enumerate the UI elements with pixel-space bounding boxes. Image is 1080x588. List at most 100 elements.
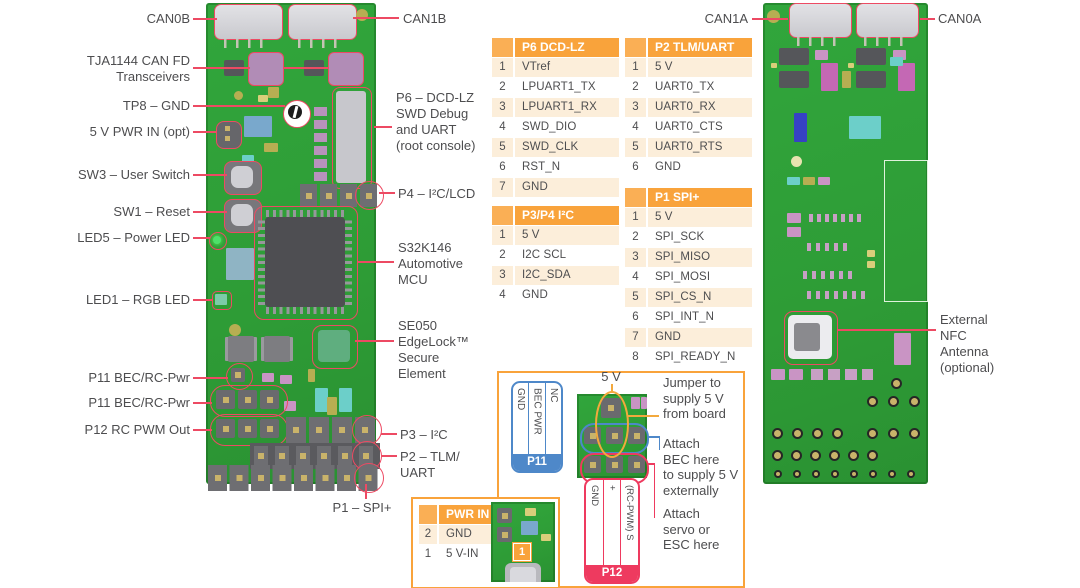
leader-line — [838, 329, 936, 331]
pin-name-column: GND — [586, 480, 603, 565]
pin-table-row: 6GND — [625, 158, 752, 177]
leader-line — [193, 131, 217, 133]
callout-p4-i2c-lcd: P4 – I²C/LCD — [398, 186, 475, 202]
pin-number: 2 — [625, 78, 646, 97]
smd-pad — [867, 250, 875, 257]
tp8-test-point — [283, 100, 311, 128]
pin-signal: UART0_CTS — [648, 118, 752, 137]
p6-pad-column — [314, 103, 327, 181]
callout-p2-tlm-uart: P2 – TLM/ UART — [400, 449, 460, 480]
pin-header — [260, 390, 279, 409]
pin-number: 2 — [419, 525, 437, 544]
smd-pad — [308, 369, 315, 382]
callout-can0b: CAN0B — [147, 11, 190, 27]
can1b-connector — [288, 4, 357, 40]
p11-pin-columns: GNDBEC PWRNC — [513, 383, 561, 454]
callout-led5: LED5 – Power LED — [77, 230, 190, 246]
pinout-diagram: CAN0B TJA1144 CAN FD Transceivers TP8 – … — [0, 0, 1080, 588]
smd-pad — [803, 177, 815, 185]
pin-table-row: 5UART0_RTS — [625, 138, 752, 157]
table-body: 2GND15 V-IN — [419, 525, 498, 564]
smd-pad — [268, 87, 279, 98]
pin-number: 6 — [492, 158, 513, 177]
table-corner — [625, 188, 646, 207]
pin-table-row: 7GND — [625, 328, 752, 347]
pin-number: 7 — [625, 328, 646, 347]
pin-table-row: 4SWD_DIO — [492, 118, 619, 137]
smd-pad — [280, 375, 292, 384]
nfc-antenna-zone — [884, 160, 928, 302]
connector-pins — [797, 37, 842, 46]
smd-component — [244, 116, 272, 137]
via-pad — [891, 378, 902, 389]
fiducial-dot — [229, 324, 241, 336]
via-row — [772, 428, 843, 439]
smd-pad — [787, 177, 800, 185]
pin-header — [238, 419, 257, 438]
smd-pad — [789, 369, 803, 380]
right-pcb-board — [763, 3, 928, 484]
leader-line — [193, 105, 285, 107]
smd-chip — [856, 71, 886, 88]
pin-table-row: 4GND — [492, 286, 619, 305]
smd-pad — [641, 397, 647, 409]
pin-signal: UART0_TX — [648, 78, 752, 97]
pin-table-row: 1VTref — [492, 58, 619, 77]
via-row — [774, 470, 915, 478]
connector-pins — [224, 39, 272, 48]
pin-number: 3 — [625, 98, 646, 117]
pin-signal: SWD_DIO — [515, 118, 619, 137]
pin-table-row: 15 V-IN — [419, 545, 498, 564]
can-transceiver-chip — [248, 52, 284, 86]
smd-chip — [779, 71, 809, 88]
pin-signal: 5 V — [648, 208, 752, 227]
pin-table-row: 5SPI_CS_N — [625, 288, 752, 307]
soic-chip — [264, 336, 290, 362]
pin-table-row: 15 V — [625, 208, 752, 227]
leader-line — [193, 402, 212, 404]
p12-pin-table: GND+(RC-PWM) S P12 — [584, 478, 640, 584]
pwr-in-box: PWR IN 2GND15 V-IN 1 — [411, 497, 560, 588]
switch-button — [231, 166, 253, 188]
smd-pad — [867, 261, 875, 268]
pin-table-row: 6SPI_INT_N — [625, 308, 752, 327]
callout-can0a: CAN0A — [938, 11, 981, 27]
callout-sw3: SW3 – User Switch — [78, 167, 190, 183]
pin-table-row: 4SPI_MOSI — [625, 268, 752, 287]
pin-pad — [225, 126, 230, 131]
pin-number: 6 — [625, 158, 646, 177]
p11-pin-table: GNDBEC PWRNC P11 — [511, 381, 563, 473]
callout-led1: LED1 – RGB LED — [86, 292, 190, 308]
table-title: P3/P4 I²C — [515, 206, 619, 225]
pin-number: 5 — [625, 138, 646, 157]
pin-table-row: 2LPUART1_TX — [492, 78, 619, 97]
switch-button — [231, 204, 253, 226]
pin-name-column: NC — [545, 383, 561, 454]
pin-number: 3 — [492, 266, 513, 285]
p4-pin1-outline — [355, 181, 384, 210]
pin-signal: SPI_CS_N — [648, 288, 752, 307]
table-p2-tlm-uart: P2 TLM/UART 15 V2UART0_TX3UART0_RX4UART0… — [625, 38, 752, 178]
pin-table-row: 2I2C SCL — [492, 246, 619, 265]
callout-p12-row: P12 RC PWM Out — [85, 422, 190, 438]
leader-line — [365, 484, 367, 499]
smd-pad — [339, 388, 352, 412]
pin-table-row: 6RST_N — [492, 158, 619, 177]
callout-nfc-antenna: External NFC Antenna (optional) — [940, 312, 994, 376]
led5-power-led — [213, 236, 221, 244]
smd-pad — [327, 397, 337, 415]
table-corner — [625, 38, 646, 57]
nfc-antenna-connector — [788, 315, 832, 359]
pin-signal: LPUART1_TX — [515, 78, 619, 97]
p1-pin1-outline — [354, 463, 384, 493]
pin-signal: 5 V — [648, 58, 752, 77]
p11-label: P11 — [513, 454, 561, 471]
pin-signal: SPI_SCK — [648, 228, 752, 247]
pin-table-row: 4UART0_CTS — [625, 118, 752, 137]
callout-tja1144: TJA1144 CAN FD Transceivers — [87, 53, 190, 84]
five-v-label: 5 V — [596, 369, 626, 385]
smd-pad — [771, 369, 785, 380]
pin-signal: I2C SCL — [515, 246, 619, 265]
leader-line — [193, 429, 212, 431]
leader-line — [752, 18, 788, 20]
